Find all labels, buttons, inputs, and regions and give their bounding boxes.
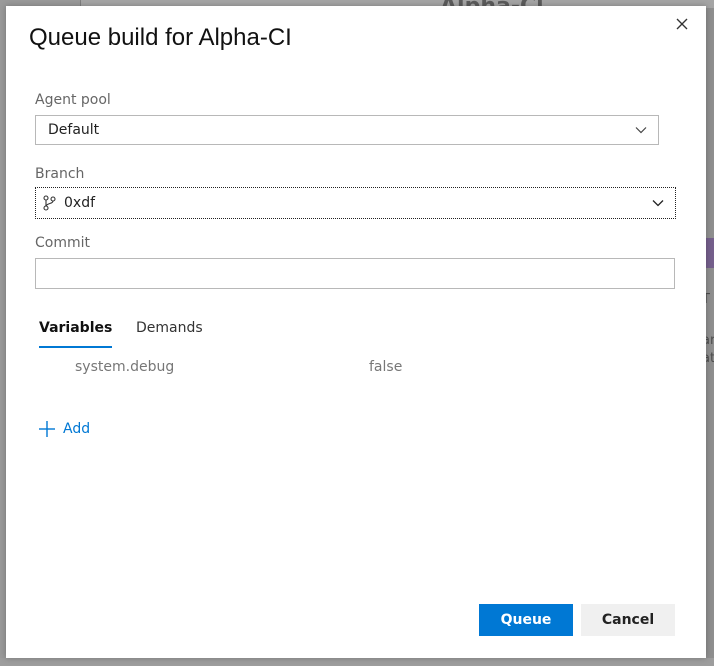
agent-pool-label: Agent pool [35,92,111,108]
agent-pool-value: Default [48,122,100,138]
agent-pool-select[interactable]: Default [35,115,659,145]
variable-value[interactable]: false [369,359,402,375]
active-tab-indicator [39,346,112,348]
variable-name[interactable]: system.debug [75,359,174,375]
branch-value: 0xdf [64,195,96,211]
background-bottom [0,658,714,666]
close-icon [676,18,688,30]
branch-select[interactable]: 0xdf [35,187,676,219]
add-variable-button[interactable]: Add [38,420,90,438]
plus-icon [39,421,55,437]
chevron-down-icon [635,127,647,134]
queue-button[interactable]: Queue [479,604,573,636]
tab-variables[interactable]: Variables [39,320,112,336]
git-branch-icon [43,195,56,211]
commit-input[interactable] [35,258,675,289]
tab-demands[interactable]: Demands [136,320,203,336]
queue-build-dialog: Queue build for Alpha-CI Agent pool Defa… [6,6,706,658]
close-button[interactable] [670,12,694,36]
cancel-button[interactable]: Cancel [581,604,675,636]
branch-label: Branch [35,166,85,182]
commit-label: Commit [35,235,90,251]
dialog-title: Queue build for Alpha-CI [29,24,292,51]
background-image-fragment [706,238,714,268]
chevron-down-icon [652,200,664,207]
add-label: Add [63,421,91,437]
